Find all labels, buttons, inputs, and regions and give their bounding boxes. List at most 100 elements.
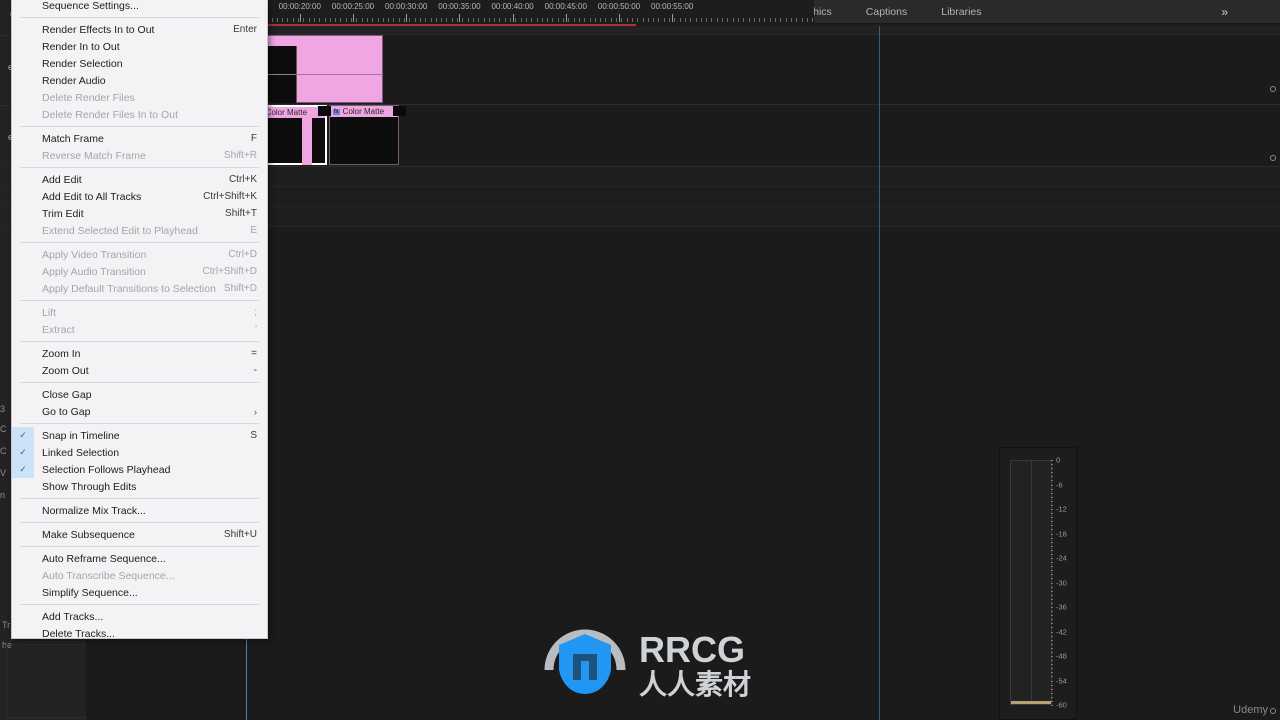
timeline-ruler-tick (504, 18, 506, 22)
timeline-ruler-tick (372, 18, 374, 22)
menu-item-selection-follows-playhead[interactable]: ✓ Selection Follows Playhead (12, 461, 267, 478)
audio-meter-minor-tick (1051, 578, 1053, 580)
timeline-ruler-tick (552, 18, 554, 22)
svg-text:人人素材: 人人素材 (639, 668, 751, 700)
audio-meter-minor-tick (1051, 468, 1053, 470)
timeline-ruler-tick (361, 18, 363, 22)
menu-item-render-in-to-out[interactable]: Render In to Out (12, 38, 267, 55)
timeline-ruler-tick (377, 18, 379, 22)
menu-item-sequence-settings[interactable]: Sequence Settings... (12, 0, 267, 14)
check-icon: ✓ (12, 461, 34, 478)
menu-item-auto-reframe-sequence[interactable]: Auto Reframe Sequence... (12, 550, 267, 567)
timeline-ruler-tick (589, 18, 591, 22)
menu-item-shortcut: ' (255, 324, 257, 335)
track-resize-handle-2[interactable] (1270, 155, 1276, 161)
menu-separator (20, 522, 259, 523)
audio-meter-minor-tick (1051, 562, 1053, 564)
audio-meter-minor-tick (1051, 545, 1053, 547)
menu-item-simplify-sequence[interactable]: Simplify Sequence... (12, 584, 267, 601)
menu-item-label: Delete Render Files In to Out (42, 108, 178, 121)
menu-item-render-effects-in-to-out[interactable]: Render Effects In to Out Enter (12, 21, 267, 38)
menu-item-add-edit-to-all-tracks[interactable]: Add Edit to All Tracks Ctrl+Shift+K (12, 188, 267, 205)
timeline-ruler-tick (563, 18, 564, 22)
sequence-context-menu[interactable]: Sequence Settings... Render Effects In to… (11, 0, 268, 639)
audio-meter-tick: -60 (1056, 700, 1067, 710)
clip-label-marker (318, 106, 331, 116)
menu-item-delete-tracks[interactable]: Delete Tracks... (12, 625, 267, 639)
workspace-tab-captions[interactable]: Captions (849, 0, 924, 24)
menu-item-reverse-match-frame: Reverse Match Frame Shift+R (12, 147, 267, 164)
menu-item-add-tracks[interactable]: Add Tracks... (12, 608, 267, 625)
menu-item-show-through-edits[interactable]: Show Through Edits (12, 478, 267, 495)
menu-separator (20, 423, 259, 424)
menu-item-label: Show Through Edits (42, 480, 137, 493)
menu-separator (20, 382, 259, 383)
menu-item-render-selection[interactable]: Render Selection (12, 55, 267, 72)
menu-item-zoom-out[interactable]: Zoom Out - (12, 362, 267, 379)
menu-item-snap-in-timeline[interactable]: ✓ Snap in Timeline S (12, 427, 267, 444)
workspace-tab-libraries[interactable]: Libraries (924, 0, 998, 24)
timeline-clip-color-matte[interactable]: fx Color Matte (329, 105, 399, 165)
audio-meter-minor-tick (1051, 627, 1053, 629)
audio-meter-minor-tick (1051, 607, 1053, 608)
audio-meter-minor-tick (1051, 611, 1053, 613)
menu-item-shortcut: S (250, 430, 257, 441)
timeline-ruler-tick (351, 18, 352, 22)
timeline-ruler-tick (541, 18, 543, 22)
menu-item-label: Sequence Settings... (42, 0, 139, 12)
menu-item-shortcut: ; (254, 307, 257, 318)
audio-meter-floor (1011, 701, 1051, 704)
timeline-ruler-tick (642, 18, 644, 22)
audio-meter-minor-tick (1051, 570, 1053, 572)
timeline-ruler-tick (769, 18, 771, 22)
menu-item-label: Extend Selected Edit to Playhead (42, 224, 198, 237)
timeline-ruler-tick (451, 18, 453, 22)
timeline-ruler-tick (737, 18, 739, 22)
audio-meter-minor-tick (1051, 635, 1053, 637)
menu-item-label: Apply Audio Transition (42, 265, 146, 278)
timeline-ruler-tick (684, 18, 686, 22)
menu-separator (20, 546, 259, 547)
menu-item-apply-default-transitions-to-selection: Apply Default Transitions to Selection Sh… (12, 280, 267, 297)
menu-item-label: Zoom Out (42, 364, 89, 377)
workspace-overflow-icon[interactable]: » (1221, 5, 1228, 19)
timeline-ruler-tick (669, 18, 670, 22)
menu-item-make-subsequence[interactable]: Make Subsequence Shift+U (12, 526, 267, 543)
timeline-ruler-tick (404, 18, 405, 22)
timeline-ruler-tick (706, 18, 708, 22)
audio-meter-tick: -36 (1056, 602, 1067, 612)
menu-item-render-audio[interactable]: Render Audio (12, 72, 267, 89)
audio-meter-minor-tick (1051, 513, 1053, 515)
audio-meter-minor-tick (1051, 656, 1053, 657)
audio-meter-minor-tick (1051, 529, 1053, 531)
check-icon: ✓ (12, 444, 34, 461)
menu-item-close-gap[interactable]: Close Gap (12, 386, 267, 403)
menu-separator (20, 126, 259, 127)
audio-meter-minor-tick (1051, 472, 1053, 474)
audio-meter-minor-tick (1051, 496, 1053, 498)
menu-item-linked-selection[interactable]: ✓ Linked Selection (12, 444, 267, 461)
audio-meter-minor-tick (1051, 692, 1053, 694)
menu-item-add-edit[interactable]: Add Edit Ctrl+K (12, 171, 267, 188)
menu-item-delete-render-files-in-to-out: Delete Render Files In to Out (12, 106, 267, 123)
timeline-ruler-tick (610, 18, 612, 22)
track-resize-handle-1[interactable] (1270, 86, 1276, 92)
track-resize-handle-3[interactable] (1270, 708, 1276, 714)
menu-item-shortcut: Shift+U (223, 529, 257, 540)
audio-meter-tick: -6 (1056, 480, 1063, 489)
timeline-ruler-tick (478, 18, 480, 22)
menu-item-trim-edit[interactable]: Trim Edit Shift+T (12, 205, 267, 222)
menu-item-label: Add Tracks... (42, 610, 104, 623)
audio-meter-minor-tick (1051, 615, 1053, 617)
timeline-ruler-tick (536, 18, 538, 22)
audio-meter-minor-tick (1051, 672, 1053, 674)
audio-meter-bars[interactable] (1010, 460, 1052, 705)
timeline-ruler-tick (727, 18, 729, 22)
timeline-ruler-major-tick (459, 14, 461, 22)
menu-item-go-to-gap[interactable]: Go to Gap › (12, 403, 267, 420)
menu-item-shortcut: Shift+T (225, 208, 257, 219)
menu-item-zoom-in[interactable]: Zoom In = (12, 345, 267, 362)
menu-item-normalize-mix-track[interactable]: Normalize Mix Track... (12, 502, 267, 519)
clip-name: Color Matte (342, 107, 385, 116)
menu-item-match-frame[interactable]: Match Frame F (12, 130, 267, 147)
